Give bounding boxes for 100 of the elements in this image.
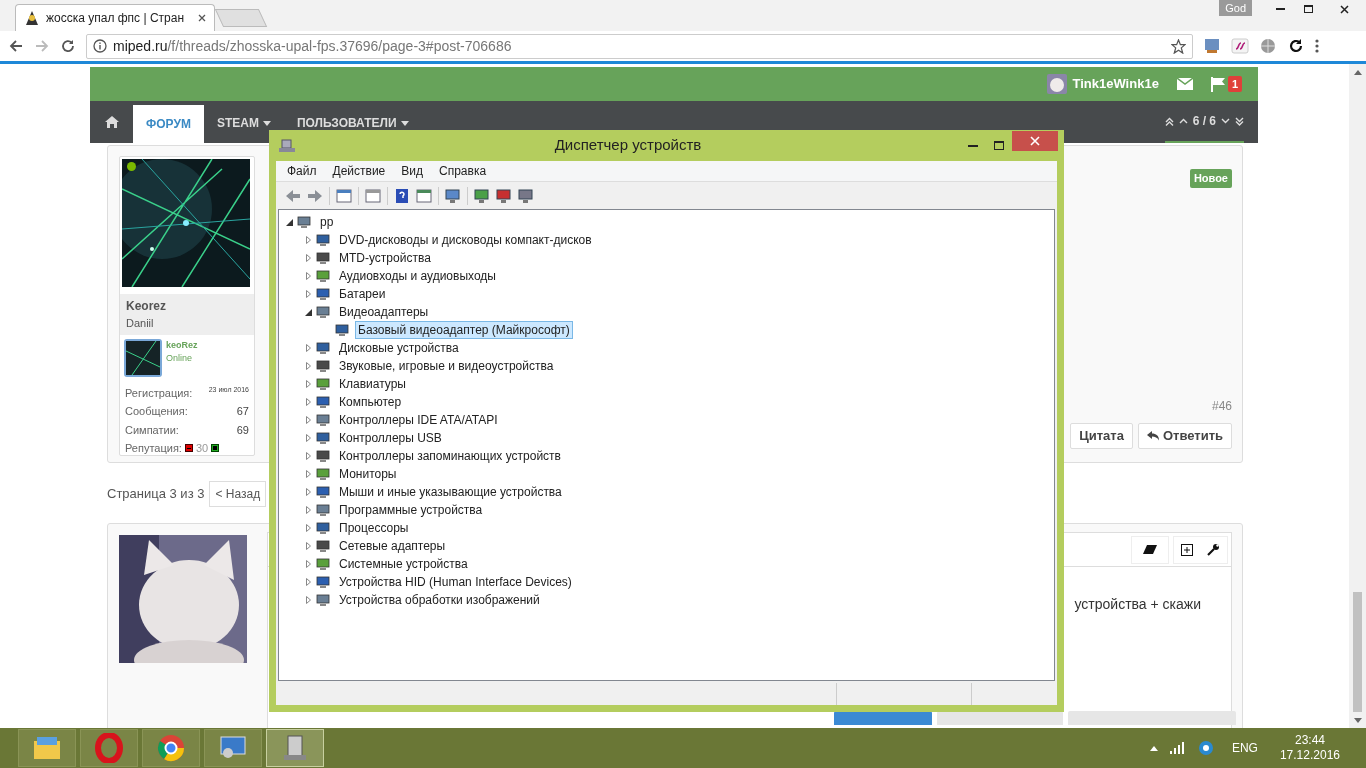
post-number[interactable]: #46: [1211, 397, 1232, 415]
expand-arrow-icon[interactable]: [305, 452, 311, 460]
scroll-up-icon[interactable]: [1353, 70, 1362, 75]
expand-arrow-icon[interactable]: [305, 398, 311, 406]
taskbar-app[interactable]: [266, 729, 324, 767]
nav-tab[interactable]: STEAM: [203, 117, 284, 129]
address-field[interactable]: miped.ru/f/threads/zhosska-upal-fps.37696/page-3#post-706686: [86, 33, 1193, 59]
expand-arrow-icon[interactable]: [305, 362, 311, 370]
language-indicator[interactable]: ENG: [1231, 739, 1258, 757]
scrollbar[interactable]: [1349, 64, 1366, 728]
star-icon[interactable]: [1171, 38, 1186, 54]
quote-button[interactable]: Цитата: [1070, 423, 1133, 449]
close-icon[interactable]: [198, 14, 206, 22]
back-icon[interactable]: [8, 38, 24, 54]
avatar-icon[interactable]: [1046, 74, 1067, 94]
clock[interactable]: 23:44 17.12.2016: [1279, 733, 1340, 763]
monitor-icon[interactable]: [473, 186, 491, 205]
tree-item[interactable]: Сетевые адаптеры: [336, 537, 449, 555]
minus-icon[interactable]: [184, 444, 193, 453]
tree-item[interactable]: Дисковые устройства: [336, 339, 462, 357]
tree-item[interactable]: Мыши и иные указывающие устройства: [336, 483, 565, 501]
flag-icon[interactable]: [1210, 76, 1225, 92]
extension-icon[interactable]: [1203, 37, 1221, 55]
expand-arrow-icon[interactable]: [305, 560, 311, 568]
tree-item[interactable]: DVD-дисководы и дисководы компакт-дисков: [336, 231, 595, 249]
expand-arrow-icon[interactable]: [305, 272, 311, 280]
taskbar-app[interactable]: [80, 729, 138, 767]
browser-tab[interactable]: жосска упал фпс | Стран: [15, 4, 215, 31]
expand-arrow-icon[interactable]: [305, 596, 311, 604]
expand-arrow-icon[interactable]: [305, 506, 311, 514]
double-chevron-up-icon[interactable]: [1164, 116, 1174, 126]
insert-icon[interactable]: [1181, 543, 1193, 556]
tree-item[interactable]: Звуковые, игровые и видеоустройства: [336, 357, 557, 375]
chevron-up-icon[interactable]: [1178, 118, 1188, 124]
extension-icon[interactable]: [1231, 37, 1249, 55]
reply-button[interactable]: Ответить: [1137, 423, 1232, 449]
signal-icon[interactable]: [1169, 742, 1186, 754]
taskbar-app[interactable]: [204, 729, 262, 767]
tree-item[interactable]: MTD-устройства: [336, 249, 434, 267]
expand-arrow-icon[interactable]: [305, 434, 311, 442]
expand-arrow-icon[interactable]: [305, 344, 311, 352]
tree-item[interactable]: Базовый видеоадаптер (Майкрософт): [355, 321, 573, 339]
tree-item[interactable]: Программные устройства: [336, 501, 486, 519]
expand-arrow-icon[interactable]: [305, 542, 311, 550]
tree-item[interactable]: Контроллеры запоминающих устройств: [336, 447, 564, 465]
help-icon[interactable]: [393, 186, 411, 205]
expand-arrow-icon[interactable]: [305, 470, 311, 478]
panel-icon[interactable]: [335, 186, 353, 205]
tray-arrow-icon[interactable]: [1149, 745, 1158, 751]
tree-item[interactable]: pp: [317, 213, 337, 231]
eraser-button[interactable]: [1131, 535, 1169, 564]
collapse-arrow-icon[interactable]: [285, 218, 293, 226]
expand-arrow-icon[interactable]: [305, 380, 311, 388]
tree-item[interactable]: Процессоры: [336, 519, 412, 537]
scroll-thumb[interactable]: [1353, 592, 1362, 712]
tree-item[interactable]: Устройства обработки изображений: [336, 591, 543, 609]
collapse-arrow-icon[interactable]: [304, 308, 312, 316]
tree-item[interactable]: Системные устройства: [336, 555, 471, 573]
expand-arrow-icon[interactable]: [305, 236, 311, 244]
tree-item[interactable]: Батареи: [336, 285, 389, 303]
sync-icon[interactable]: [1287, 37, 1305, 55]
more-icon[interactable]: [1315, 38, 1319, 54]
menu-item[interactable]: Файл: [279, 162, 325, 180]
panel-icon[interactable]: [415, 186, 433, 205]
expand-arrow-icon[interactable]: [305, 290, 311, 298]
plus-icon[interactable]: [211, 444, 220, 453]
network-icon[interactable]: [1197, 740, 1214, 756]
tree-item[interactable]: Видеоадаптеры: [336, 303, 432, 321]
tree-item[interactable]: Устройства HID (Human Interface Devices): [336, 573, 575, 591]
author-name[interactable]: Keorez: [126, 297, 248, 315]
monitor-icon[interactable]: [444, 186, 462, 205]
taskbar-app[interactable]: [142, 729, 200, 767]
tree-item[interactable]: Мониторы: [336, 465, 400, 483]
expand-arrow-icon[interactable]: [305, 524, 311, 532]
tree-item[interactable]: Аудиовходы и аудиовыходы: [336, 267, 499, 285]
menu-item[interactable]: Действие: [324, 162, 394, 180]
menu-item[interactable]: Вид: [393, 162, 431, 180]
monitor-icon[interactable]: [517, 186, 535, 205]
tree-item[interactable]: Контроллеры IDE ATA/ATAPI: [336, 411, 501, 429]
tree-item[interactable]: Клавиатуры: [336, 375, 409, 393]
nav-tab[interactable]: ПОЛЬЗОВАТЕЛИ: [283, 117, 422, 129]
globe-icon[interactable]: [1259, 37, 1277, 55]
menu-item[interactable]: Справка: [431, 162, 495, 180]
reload-icon[interactable]: [60, 38, 76, 54]
info-icon[interactable]: [93, 39, 107, 53]
properties-icon[interactable]: [364, 186, 382, 205]
prev-page-button[interactable]: < Назад: [209, 481, 267, 507]
wrench-icon[interactable]: [1207, 543, 1220, 556]
expand-arrow-icon[interactable]: [305, 488, 311, 496]
mail-icon[interactable]: [1176, 78, 1193, 90]
double-chevron-down-icon[interactable]: [1235, 116, 1244, 126]
chevron-down-icon[interactable]: [1221, 118, 1230, 124]
scroll-down-icon[interactable]: [1353, 718, 1362, 723]
tree-item[interactable]: Компьютер: [336, 393, 405, 411]
tree-item[interactable]: Контроллеры USB: [336, 429, 445, 447]
taskbar-app[interactable]: [18, 729, 76, 767]
expand-arrow-icon[interactable]: [305, 416, 311, 424]
expand-arrow-icon[interactable]: [305, 578, 311, 586]
monitor-icon[interactable]: [495, 186, 513, 205]
forward-icon[interactable]: [34, 38, 50, 54]
